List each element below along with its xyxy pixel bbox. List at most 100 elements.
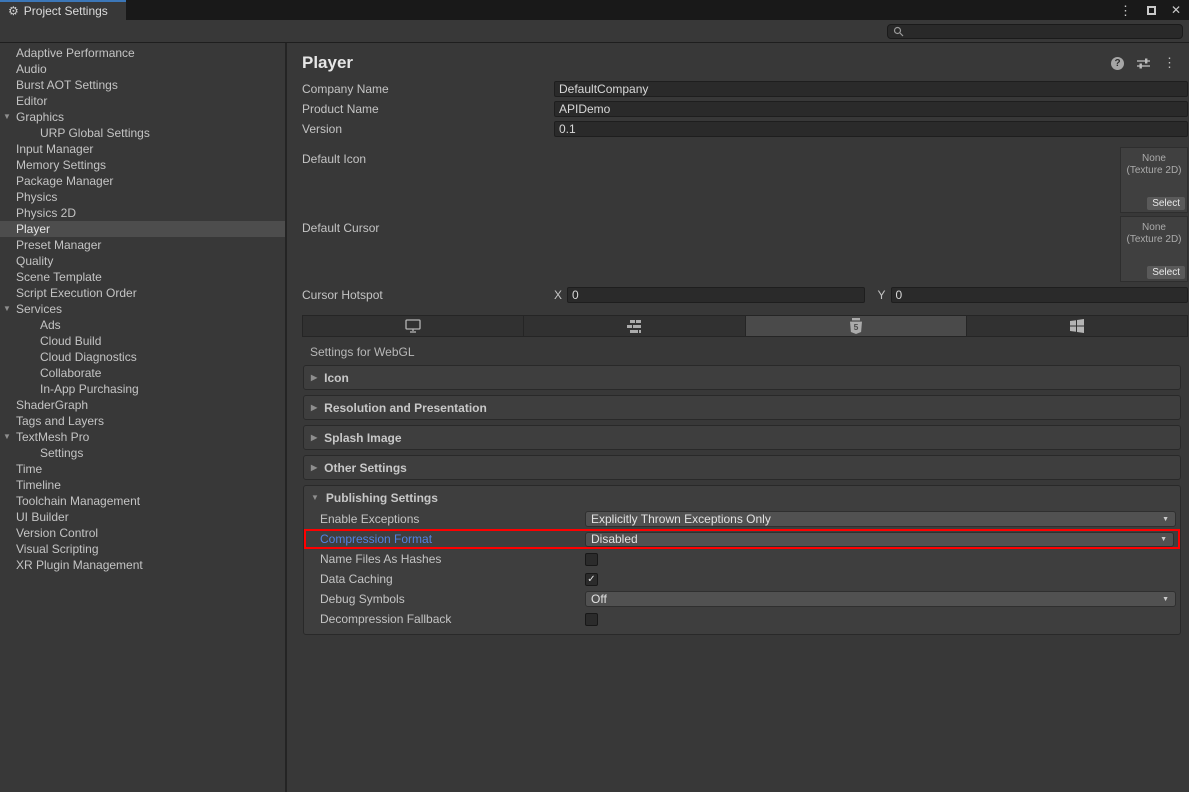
sidebar-item-toolchain-management[interactable]: Toolchain Management — [0, 493, 285, 509]
sidebar-item-cloud-build[interactable]: Cloud Build — [0, 333, 285, 349]
player-settings-panel: Player ? ⋮ Company Name DefaultCompany P… — [289, 43, 1189, 792]
sidebar-item-textmesh-pro[interactable]: ▼TextMesh Pro — [0, 429, 285, 445]
tab-standalone[interactable] — [303, 316, 524, 336]
foldout-open-icon[interactable]: ▼ — [3, 429, 11, 445]
toolbar — [0, 20, 1189, 43]
sidebar-item-adaptive-performance[interactable]: Adaptive Performance — [0, 45, 285, 61]
dropdown-value: Disabled — [591, 532, 638, 546]
sidebar-item-audio[interactable]: Audio — [0, 61, 285, 77]
compression-format-dropdown[interactable]: Disabled ▼ — [585, 532, 1174, 547]
sidebar-item-physics-2d[interactable]: Physics 2D — [0, 205, 285, 221]
sidebar-item-visual-scripting[interactable]: Visual Scripting — [0, 541, 285, 557]
webgl-html5-icon: 5 — [849, 318, 863, 335]
sidebar-item-in-app-purchasing[interactable]: In-App Purchasing — [0, 381, 285, 397]
name-files-as-hashes-checkbox[interactable] — [585, 553, 598, 566]
version-label: Version — [302, 122, 554, 136]
cursor-hotspot-label: Cursor Hotspot — [302, 288, 554, 302]
sidebar-item-burst-aot-settings[interactable]: Burst AOT Settings — [0, 77, 285, 93]
tab-dedicated-server[interactable] — [524, 316, 745, 336]
sidebar-item-timeline[interactable]: Timeline — [0, 477, 285, 493]
search-input[interactable] — [887, 24, 1183, 39]
sidebar-item-label: ShaderGraph — [16, 398, 88, 412]
select-button[interactable]: Select — [1147, 266, 1185, 279]
hotspot-x-field[interactable]: 0 — [567, 287, 864, 303]
maximize-icon[interactable] — [1147, 6, 1156, 15]
foldout-closed-icon: ▶ — [311, 463, 317, 472]
section-splash-image: ▶ Splash Image — [303, 425, 1181, 450]
section-header-resolution[interactable]: ▶ Resolution and Presentation — [304, 396, 1180, 419]
sidebar-item-collaborate[interactable]: Collaborate — [0, 365, 285, 381]
sidebar-item-label: Player — [16, 222, 50, 236]
presets-icon[interactable] — [1137, 57, 1150, 70]
sidebar-item-ui-builder[interactable]: UI Builder — [0, 509, 285, 525]
chevron-down-icon: ▼ — [1162, 596, 1169, 603]
sidebar-item-quality[interactable]: Quality — [0, 253, 285, 269]
debug-symbols-dropdown[interactable]: Off ▼ — [585, 591, 1176, 607]
sidebar-item-services[interactable]: ▼ Services — [0, 301, 285, 317]
product-name-field[interactable]: APIDemo — [554, 101, 1188, 117]
sidebar-item-preset-manager[interactable]: Preset Manager — [0, 237, 285, 253]
sidebar-item-urp-global-settings[interactable]: URP Global Settings — [0, 125, 285, 141]
tab-webgl[interactable]: 5 — [746, 316, 967, 336]
sidebar-item-tmp-settings[interactable]: Settings — [0, 445, 285, 461]
section-header-publishing[interactable]: ▼ Publishing Settings — [304, 486, 1180, 509]
decompression-fallback-checkbox[interactable] — [585, 613, 598, 626]
sidebar-item-label: Ads — [40, 318, 61, 332]
version-field[interactable]: 0.1 — [554, 121, 1188, 137]
help-icon[interactable]: ? — [1111, 57, 1124, 70]
sidebar-item-label: Time — [16, 462, 42, 476]
foldout-open-icon[interactable]: ▼ — [3, 301, 11, 317]
sidebar-item-label: Timeline — [16, 478, 61, 492]
sidebar-item-label: Cloud Build — [40, 334, 101, 348]
sidebar-item-time[interactable]: Time — [0, 461, 285, 477]
data-caching-checkbox[interactable]: ✓ — [585, 573, 598, 586]
hotspot-y-field[interactable]: 0 — [891, 287, 1188, 303]
sidebar-item-memory-settings[interactable]: Memory Settings — [0, 157, 285, 173]
enable-exceptions-dropdown[interactable]: Explicitly Thrown Exceptions Only ▼ — [585, 511, 1176, 527]
decompression-fallback-label: Decompression Fallback — [320, 612, 585, 626]
panel-header: Player ? ⋮ — [289, 43, 1189, 79]
name-files-as-hashes-row: Name Files As Hashes — [304, 549, 1180, 569]
default-icon-texture-slot[interactable]: None (Texture 2D) Select — [1120, 147, 1188, 213]
sidebar-item-xr-plugin-management[interactable]: XR Plugin Management — [0, 557, 285, 573]
sidebar-item-graphics[interactable]: ▼Graphics — [0, 109, 285, 125]
sidebar-item-tags-and-layers[interactable]: Tags and Layers — [0, 413, 285, 429]
sidebar-item-input-manager[interactable]: Input Manager — [0, 141, 285, 157]
dedicated-server-icon — [627, 320, 642, 333]
sidebar-item-label: Preset Manager — [16, 238, 101, 252]
section-label: Splash Image — [324, 431, 401, 445]
settings-for-label: Settings for WebGL — [310, 345, 1189, 359]
sidebar-item-editor[interactable]: Editor — [0, 93, 285, 109]
panel-menu-icon[interactable]: ⋮ — [1163, 55, 1176, 71]
sidebar-item-ads[interactable]: Ads — [0, 317, 285, 333]
default-cursor-row: Default Cursor None (Texture 2D) Select — [289, 216, 1189, 285]
company-name-field[interactable]: DefaultCompany — [554, 81, 1188, 97]
sidebar-item-version-control[interactable]: Version Control — [0, 525, 285, 541]
project-settings-window: ⚙ Project Settings ⋮ ✕ Adaptive Performa… — [0, 0, 1189, 792]
sidebar-item-package-manager[interactable]: Package Manager — [0, 173, 285, 189]
default-cursor-texture-slot[interactable]: None (Texture 2D) Select — [1120, 216, 1188, 282]
section-header-splash[interactable]: ▶ Splash Image — [304, 426, 1180, 449]
section-label: Icon — [324, 371, 349, 385]
gear-icon: ⚙ — [8, 4, 19, 18]
sidebar-item-script-execution-order[interactable]: Script Execution Order — [0, 285, 285, 301]
sidebar-item-label: Input Manager — [16, 142, 93, 156]
window-menu-icon[interactable]: ⋮ — [1119, 4, 1132, 17]
sidebar-item-label: Services — [16, 302, 62, 316]
close-icon[interactable]: ✕ — [1171, 4, 1181, 16]
section-header-other[interactable]: ▶ Other Settings — [304, 456, 1180, 479]
sidebar-item-shadergraph[interactable]: ShaderGraph — [0, 397, 285, 413]
tab-windows-uwp[interactable] — [967, 316, 1187, 336]
sidebar-item-label: Physics — [16, 190, 57, 204]
project-settings-tab[interactable]: ⚙ Project Settings — [0, 0, 126, 20]
sidebar-item-cloud-diagnostics[interactable]: Cloud Diagnostics — [0, 349, 285, 365]
sidebar-item-label: Toolchain Management — [16, 494, 140, 508]
foldout-open-icon[interactable]: ▼ — [3, 109, 11, 125]
section-header-icon[interactable]: ▶ Icon — [304, 366, 1180, 389]
texture-type-label: (Texture 2D) — [1121, 165, 1187, 177]
select-button[interactable]: Select — [1147, 197, 1185, 210]
sidebar-item-player[interactable]: Player — [0, 221, 285, 237]
foldout-open-icon: ▼ — [311, 493, 319, 502]
sidebar-item-scene-template[interactable]: Scene Template — [0, 269, 285, 285]
sidebar-item-physics[interactable]: Physics — [0, 189, 285, 205]
